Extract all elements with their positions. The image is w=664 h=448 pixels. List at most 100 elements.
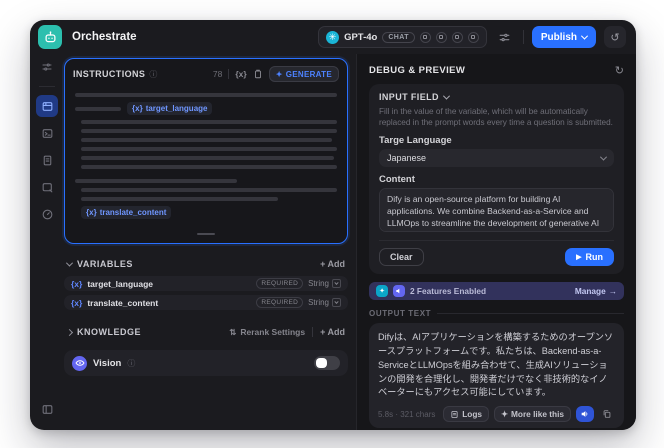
gauge-icon <box>41 208 54 221</box>
variables-title: VARIABLES <box>77 259 133 269</box>
speech-feature-icon <box>393 285 405 298</box>
restart-button[interactable]: ↻ <box>615 64 624 77</box>
redacted-text-line: {x} translate_content <box>81 206 337 219</box>
chevron-right-icon <box>65 328 74 336</box>
model-mode-badge: CHAT <box>382 31 415 43</box>
redacted-text-line <box>81 156 337 160</box>
variable-chip-translate-content[interactable]: {x} translate_content <box>81 206 172 219</box>
output-title: OUTPUT TEXT <box>369 309 432 319</box>
sidebar-item-model-tools[interactable] <box>36 56 58 78</box>
required-badge: REQUIRED <box>256 297 304 308</box>
output-text: Difyは、AIアプリケーションを構築するためのオープンソースプラットフォームで… <box>378 332 614 398</box>
redacted-text-line <box>81 165 337 169</box>
document-icon <box>41 154 54 167</box>
variable-row[interactable]: {x} translate_content REQUIRED String <box>64 295 348 310</box>
content-input[interactable]: Dify is an open-source platform for buil… <box>379 188 614 233</box>
prompt-editor[interactable]: {x} target_language {x} translate_conten… <box>65 85 347 243</box>
insert-variable-button[interactable]: {x} <box>235 69 246 79</box>
resize-handle[interactable] <box>197 233 215 235</box>
text-to-speech-button[interactable] <box>576 406 594 423</box>
instructions-title: INSTRUCTIONS <box>73 69 146 79</box>
target-language-value: Japanese <box>387 153 427 164</box>
run-label: Run <box>585 252 604 263</box>
run-button[interactable]: ▶ Run <box>565 248 614 267</box>
robot-icon <box>43 30 58 45</box>
add-knowledge-button[interactable]: + Add <box>320 327 345 337</box>
orchestrate-column: INSTRUCTIONS ⓘ 78 {x} ✦ GENERATE {x} tar… <box>64 54 356 430</box>
clear-button[interactable]: Clear <box>379 248 424 267</box>
sparkle-icon: ✦ <box>275 69 283 79</box>
sliders-icon <box>41 61 53 73</box>
rerank-settings-button[interactable]: ⇅ Rerank Settings <box>229 327 305 338</box>
toolbar-divider <box>312 327 314 337</box>
redacted-text-line <box>81 188 337 192</box>
vision-toggle[interactable] <box>314 356 340 370</box>
variables-header[interactable]: VARIABLES + Add <box>64 256 348 272</box>
instructions-panel[interactable]: INSTRUCTIONS ⓘ 78 {x} ✦ GENERATE {x} tar… <box>64 58 348 244</box>
chevron-down-icon <box>599 153 608 161</box>
add-variable-button[interactable]: + Add <box>320 259 345 269</box>
more-like-this-button[interactable]: ✦ More like this <box>494 406 571 423</box>
model-capability-icon <box>467 31 479 43</box>
knowledge-header[interactable]: KNOWLEDGE ⇅ Rerank Settings + Add <box>64 324 348 340</box>
generate-button[interactable]: ✦ GENERATE <box>268 66 339 82</box>
type-selector-icon[interactable] <box>332 279 341 288</box>
features-enabled-text: 2 Features Enabled <box>410 286 487 297</box>
instructions-header: INSTRUCTIONS ⓘ 78 {x} ✦ GENERATE <box>65 59 347 85</box>
copy-prompt-button[interactable] <box>251 67 265 81</box>
target-language-select[interactable]: Japanese <box>379 149 614 168</box>
publish-button[interactable]: Publish <box>531 26 596 48</box>
manage-features-button[interactable]: Manage → <box>575 286 617 296</box>
collapse-panel-button[interactable] <box>36 398 58 420</box>
variable-row[interactable]: {x} target_language REQUIRED String <box>64 276 348 291</box>
terminal-icon <box>41 127 54 140</box>
input-field-title: INPUT FIELD <box>379 92 439 102</box>
content-label: Content <box>379 174 415 186</box>
redacted-text-line: {x} target_language <box>75 102 337 115</box>
refresh-icon: ↻ <box>614 64 624 77</box>
clipboard-icon <box>253 69 263 79</box>
page-title: Orchestrate <box>72 31 137 43</box>
sidebar-item-orchestrate[interactable] <box>36 95 58 117</box>
sliders-icon <box>498 31 511 44</box>
app-logo[interactable] <box>38 25 62 49</box>
sidebar-item-logs[interactable] <box>36 149 58 171</box>
model-selector[interactable]: ✳ GPT-4o CHAT <box>318 26 487 48</box>
magic-feature-icon: ✦ <box>376 285 388 298</box>
sparkle-icon: ✦ <box>501 409 508 420</box>
chevron-down-icon <box>580 32 589 40</box>
play-icon: ▶ <box>576 253 582 261</box>
sidebar-item-api-access[interactable] <box>36 122 58 144</box>
copy-output-button[interactable] <box>599 406 615 422</box>
vision-label: Vision <box>93 357 122 369</box>
info-icon: ⓘ <box>127 358 136 368</box>
logs-button[interactable]: Logs <box>443 406 490 423</box>
logs-label: Logs <box>462 409 483 420</box>
features-banner: ✦ 2 Features Enabled Manage → <box>369 282 624 301</box>
variable-icon: {x} <box>71 297 83 308</box>
manage-label: Manage <box>574 286 606 297</box>
sidebar-item-annotations[interactable] <box>36 176 58 198</box>
model-params-button[interactable] <box>495 27 515 47</box>
version-history-button[interactable]: ↺ <box>604 26 626 48</box>
eye-icon <box>72 355 87 371</box>
copy-icon <box>602 409 612 419</box>
header-divider <box>522 30 524 44</box>
main-body: INSTRUCTIONS ⓘ 78 {x} ✦ GENERATE {x} tar… <box>30 54 636 430</box>
type-selector-icon[interactable] <box>332 298 341 307</box>
input-field-card: INPUT FIELD Fill in the value of the var… <box>369 84 624 275</box>
input-field-header[interactable]: INPUT FIELD <box>379 92 614 102</box>
rerank-icon: ⇅ <box>229 326 237 337</box>
variable-chip-label: translate_content <box>99 208 167 217</box>
target-language-label: Targe Language <box>379 135 452 147</box>
top-bar: Orchestrate ✳ GPT-4o CHAT Publish ↺ <box>30 20 636 54</box>
more-like-this-label: More like this <box>510 409 564 420</box>
output-card: Difyは、AIアプリケーションを構築するためのオープンソースプラットフォームで… <box>369 323 624 429</box>
debug-preview-panel: DEBUG & PREVIEW ↻ INPUT FIELD Fill in th… <box>357 54 636 430</box>
sidebar-item-monitoring[interactable] <box>36 203 58 225</box>
variables-section: VARIABLES + Add {x} target_language REQU… <box>64 256 348 310</box>
input-field-description: Fill in the value of the variable, which… <box>379 107 613 128</box>
generate-label: GENERATE <box>285 69 332 79</box>
variable-chip-target-language[interactable]: {x} target_language <box>127 102 213 115</box>
debug-header: DEBUG & PREVIEW ↻ <box>369 62 624 78</box>
